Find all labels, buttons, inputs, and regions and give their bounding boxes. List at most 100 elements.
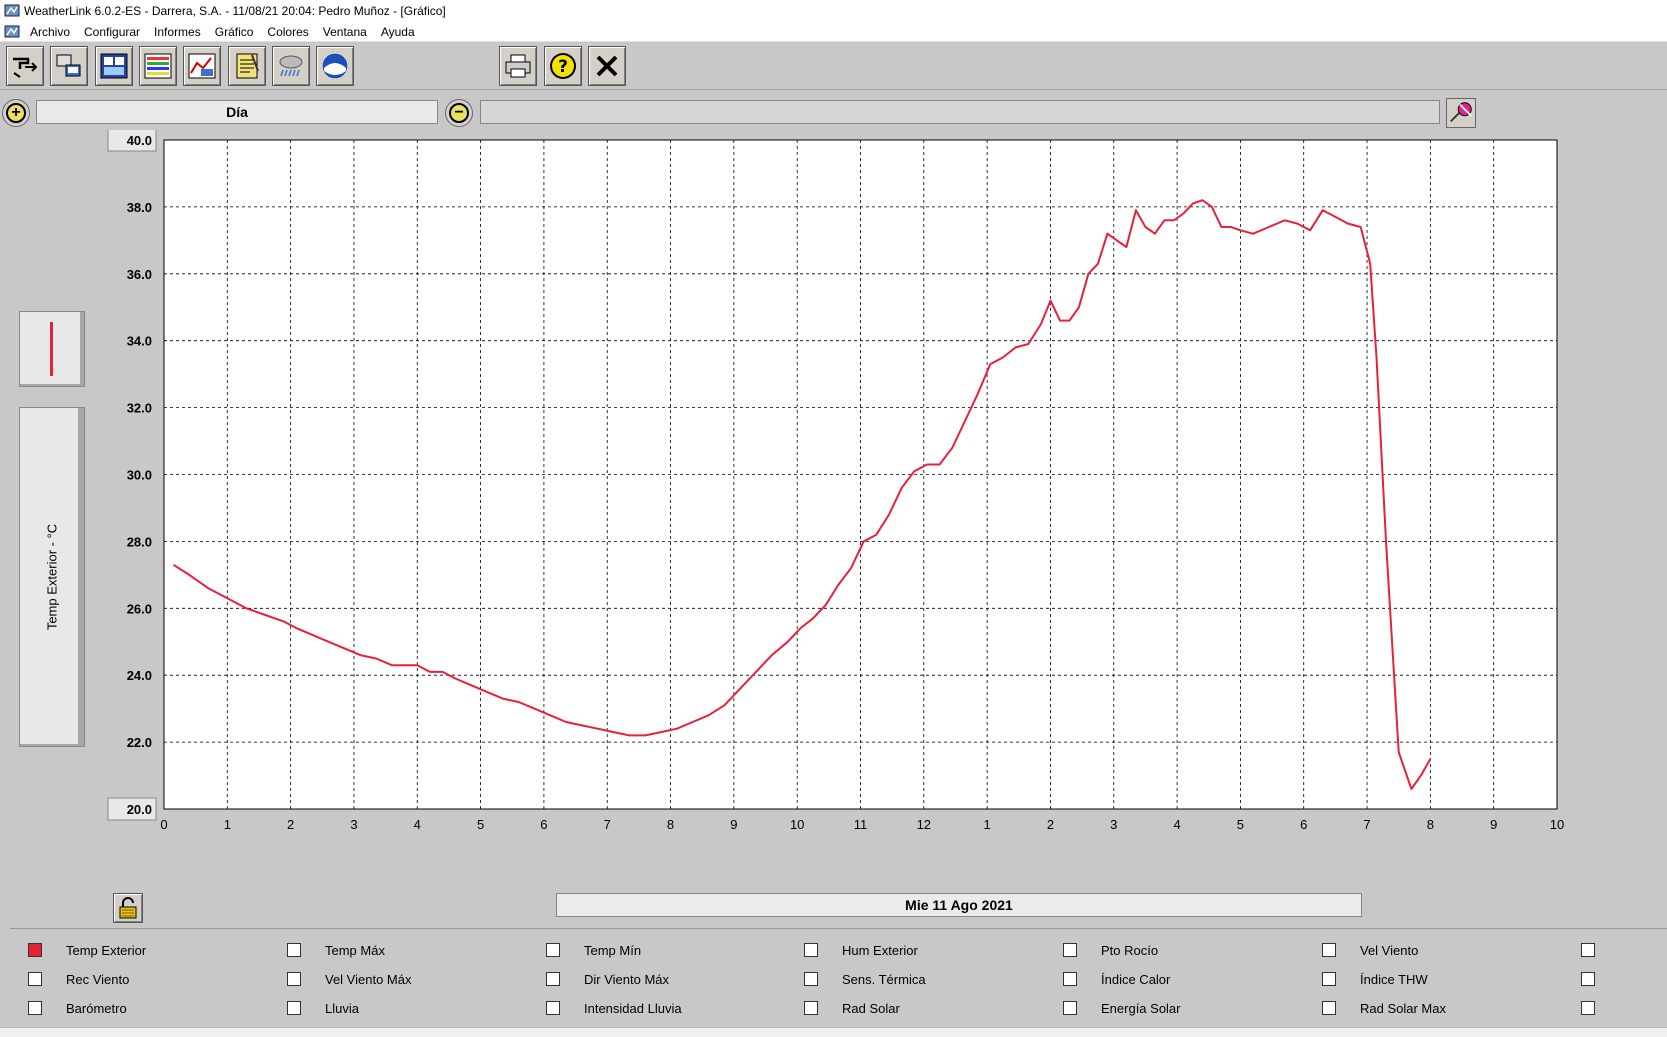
rain-button[interactable] bbox=[272, 46, 310, 86]
channel-checkbox[interactable] bbox=[1322, 1001, 1336, 1015]
horizontal-scrollbar[interactable] bbox=[0, 1027, 1667, 1037]
channel-checkbox[interactable] bbox=[1581, 1001, 1595, 1015]
channel-checkbox[interactable] bbox=[546, 972, 560, 986]
menu-configurar[interactable]: Configurar bbox=[84, 25, 140, 39]
x-tick-label: 9 bbox=[1490, 817, 1497, 832]
strip-chart-button[interactable] bbox=[139, 46, 177, 86]
zoom-out-button[interactable]: − bbox=[445, 99, 473, 127]
x-tick-label: 12 bbox=[917, 817, 931, 832]
channel-checkbox-item[interactable]: Rad Solar Max bbox=[1322, 1000, 1446, 1016]
channel-checkbox[interactable] bbox=[1322, 972, 1336, 986]
y-tick-label: 22.0 bbox=[127, 735, 152, 750]
channel-checkbox[interactable] bbox=[1581, 972, 1595, 986]
help-button[interactable]: ? bbox=[544, 46, 582, 86]
menu-colores[interactable]: Colores bbox=[267, 25, 308, 39]
print-button[interactable] bbox=[499, 46, 537, 86]
time-range-scrollbar[interactable] bbox=[480, 100, 1440, 124]
channel-checkbox-item[interactable] bbox=[1581, 942, 1619, 958]
color-picker-button[interactable] bbox=[1446, 98, 1476, 128]
print-icon bbox=[505, 54, 531, 78]
channel-checkbox-item[interactable]: Rec Viento bbox=[28, 971, 129, 987]
channel-checkbox-item[interactable]: Temp Mín bbox=[546, 942, 641, 958]
channel-checkbox-item[interactable]: Lluvia bbox=[287, 1000, 359, 1016]
help-icon: ? bbox=[550, 53, 576, 79]
weatherlink-app-icon bbox=[4, 4, 20, 17]
channel-label: Temp Máx bbox=[325, 942, 385, 958]
channel-checkbox[interactable] bbox=[28, 1001, 42, 1015]
y-axis-label-box[interactable]: Temp Exterior - °C bbox=[19, 407, 85, 747]
date-bar[interactable]: Mie 11 Ago 2021 bbox=[556, 893, 1362, 917]
channel-checkbox[interactable] bbox=[1063, 943, 1077, 957]
channel-label: Rec Viento bbox=[66, 971, 130, 987]
channel-checkbox[interactable] bbox=[546, 1001, 560, 1015]
temperature-chart[interactable]: 0 1 2 3 4 5 6 7 8 9 10 11 12 1 2 3 4 5 6 7 8 9 1020.022.024.02… bbox=[100, 130, 1667, 885]
channel-label: Intensidad Lluvia bbox=[584, 1000, 682, 1016]
channel-checkbox[interactable] bbox=[546, 943, 560, 957]
channel-checkbox-item[interactable]: Índice THW bbox=[1322, 971, 1428, 987]
channel-checkbox[interactable] bbox=[28, 943, 42, 957]
x-tick-label: 6 bbox=[540, 817, 547, 832]
channel-checkbox-item[interactable]: Rad Solar bbox=[804, 1000, 900, 1016]
channel-checkbox-item[interactable]: Vel Viento Máx bbox=[287, 971, 411, 987]
x-tick-label: 3 bbox=[350, 817, 357, 832]
channel-checkbox-item[interactable]: Barómetro bbox=[28, 1000, 127, 1016]
lock-scale-button[interactable] bbox=[113, 893, 143, 923]
y-axis-label: Temp Exterior - °C bbox=[44, 523, 60, 631]
graph-button[interactable] bbox=[183, 46, 221, 86]
channel-checkbox-item[interactable]: Pto Rocío bbox=[1063, 942, 1158, 958]
channel-checkbox[interactable] bbox=[804, 943, 818, 957]
channel-checkbox-item[interactable]: Índice Calor bbox=[1063, 971, 1170, 987]
series-line-sample bbox=[50, 322, 53, 376]
channel-checkbox-item[interactable]: Hum Exterior bbox=[804, 942, 918, 958]
channel-label: Lluvia bbox=[325, 1000, 359, 1016]
channel-checkbox-item[interactable]: Dir Viento Máx bbox=[546, 971, 669, 987]
channel-checkbox[interactable] bbox=[287, 1001, 301, 1015]
channel-checkbox[interactable] bbox=[1063, 972, 1077, 986]
channel-checkbox-item[interactable]: Sens. Térmica bbox=[804, 971, 926, 987]
notes-button[interactable] bbox=[228, 46, 266, 86]
close-icon bbox=[596, 55, 618, 77]
channel-checkbox[interactable] bbox=[804, 972, 818, 986]
bulletin-button[interactable] bbox=[95, 46, 133, 86]
noaa-button[interactable] bbox=[316, 46, 354, 86]
x-tick-label: 0 bbox=[160, 817, 167, 832]
channel-checkbox[interactable] bbox=[287, 972, 301, 986]
color-picker-icon bbox=[1450, 102, 1472, 123]
y-tick-label: 30.0 bbox=[127, 468, 152, 483]
channel-label: Pto Rocío bbox=[1101, 942, 1159, 958]
date-label: Mie 11 Ago 2021 bbox=[905, 897, 1013, 913]
menu-archivo[interactable]: Archivo bbox=[30, 25, 70, 39]
channel-checkbox-item[interactable] bbox=[1581, 1000, 1619, 1016]
period-selector[interactable]: Día bbox=[36, 100, 438, 124]
channel-checkbox-item[interactable]: Temp Exterior bbox=[28, 942, 146, 958]
menu-informes[interactable]: Informes bbox=[154, 25, 201, 39]
x-tick-label: 3 bbox=[1110, 817, 1117, 832]
zoom-row: + Día − bbox=[0, 96, 1667, 130]
console-icon bbox=[13, 57, 38, 78]
channel-checkbox[interactable] bbox=[1322, 943, 1336, 957]
zoom-in-button[interactable]: + bbox=[2, 99, 30, 127]
rain-icon bbox=[279, 55, 303, 77]
channel-checkbox[interactable] bbox=[1581, 943, 1595, 957]
menu-ventana[interactable]: Ventana bbox=[323, 25, 367, 39]
channel-checkbox[interactable] bbox=[804, 1001, 818, 1015]
y-tick-label: 38.0 bbox=[127, 200, 152, 215]
close-button[interactable] bbox=[588, 46, 626, 86]
channel-checkbox-item[interactable]: Energía Solar bbox=[1063, 1000, 1181, 1016]
channel-label: Rad Solar Max bbox=[1360, 1000, 1446, 1016]
menu-ayuda[interactable]: Ayuda bbox=[381, 25, 415, 39]
channel-checkbox-item[interactable]: Intensidad Lluvia bbox=[546, 1000, 682, 1016]
channel-checkbox[interactable] bbox=[287, 943, 301, 957]
channel-checkbox-item[interactable] bbox=[1581, 971, 1619, 987]
menu-grafico[interactable]: Gráfico bbox=[215, 25, 254, 39]
channel-checkbox-item[interactable]: Vel Viento bbox=[1322, 942, 1418, 958]
period-label: Día bbox=[226, 104, 248, 120]
channel-checkbox-item[interactable]: Temp Máx bbox=[287, 942, 385, 958]
data-transfer-button[interactable] bbox=[50, 46, 88, 86]
channel-checkbox[interactable] bbox=[28, 972, 42, 986]
channel-checkbox[interactable] bbox=[1063, 1001, 1077, 1015]
series-legend-swatch[interactable] bbox=[19, 311, 85, 387]
bulletin-icon bbox=[100, 53, 128, 79]
document-icon[interactable] bbox=[4, 24, 20, 40]
console-button[interactable] bbox=[6, 46, 44, 86]
